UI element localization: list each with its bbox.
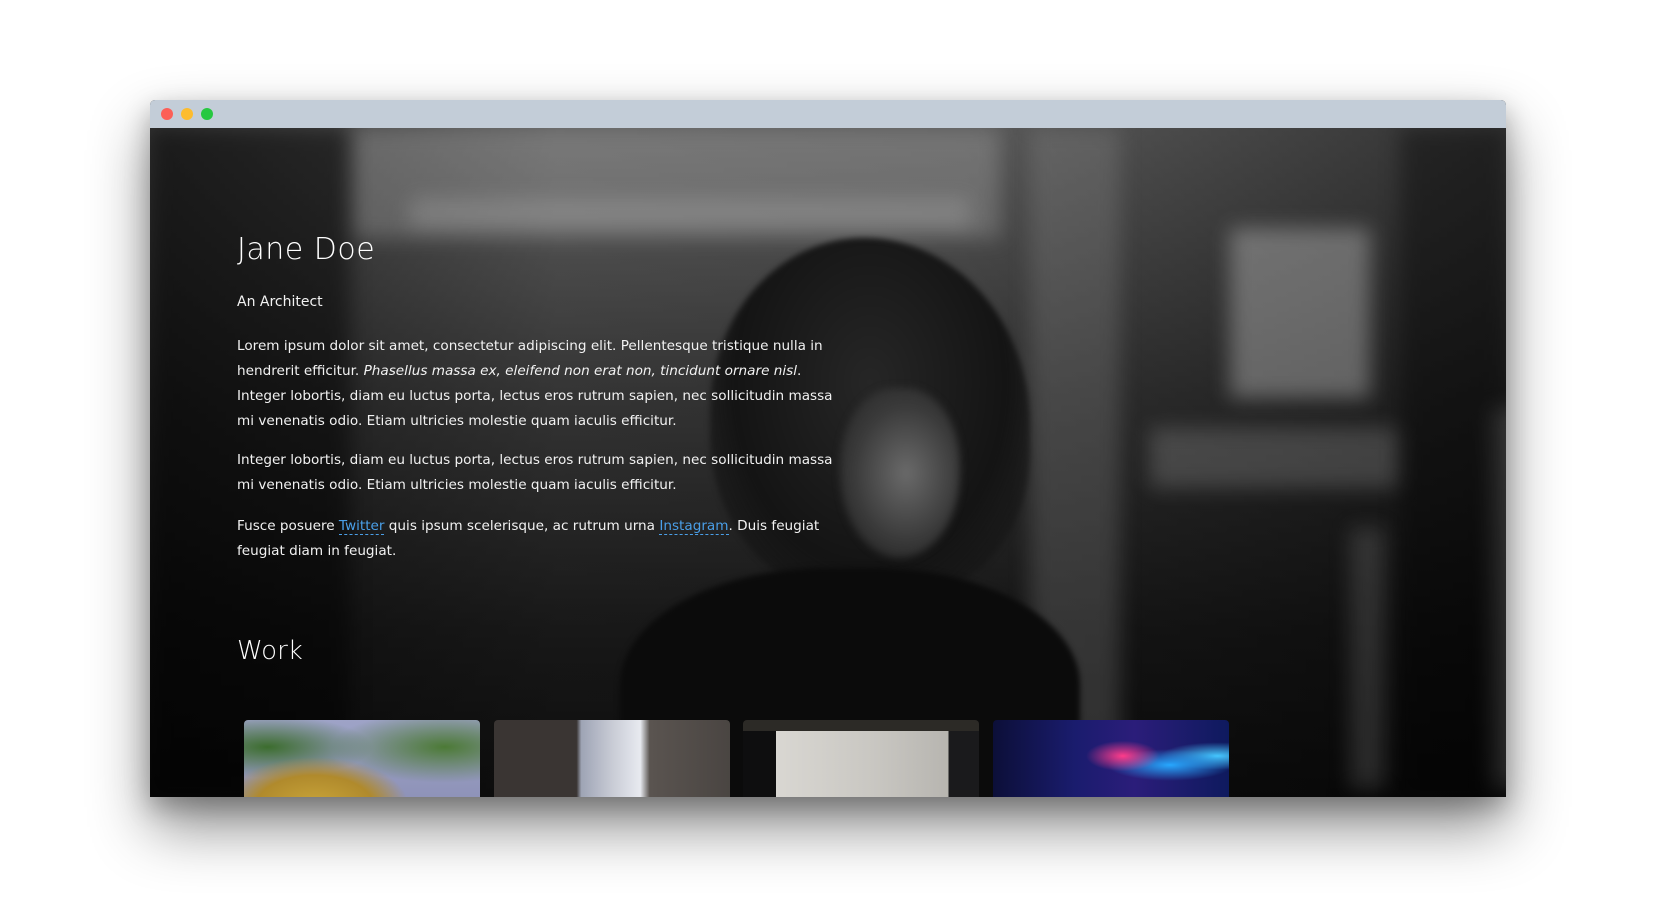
about-paragraph-1: Lorem ipsum dolor sit amet, consectetur … xyxy=(237,334,837,434)
background-window-light xyxy=(1230,228,1370,398)
about-italic-text: Phasellus massa ex, eleifend non erat no… xyxy=(363,363,798,379)
page-viewport[interactable]: Jane Doe An Architect Lorem ipsum dolor … xyxy=(150,128,1506,797)
work-thumbnail-1[interactable] xyxy=(244,720,480,797)
background-building-shape xyxy=(410,198,970,228)
portrait-face xyxy=(840,388,960,558)
profile-subtitle: An Architect xyxy=(237,294,323,310)
background-column-shape xyxy=(1350,528,1385,788)
work-thumbnail-2[interactable] xyxy=(494,720,730,797)
background-shadow xyxy=(1400,128,1506,797)
background-window-light xyxy=(1150,428,1400,488)
about-paragraph-3: Fusce posuere Twitter quis ipsum sceleri… xyxy=(237,514,837,564)
profile-name: Jane Doe xyxy=(237,232,376,267)
close-window-button[interactable] xyxy=(161,108,173,120)
work-gallery xyxy=(237,720,1237,797)
work-thumbnail-3[interactable] xyxy=(743,720,979,797)
instagram-link[interactable]: Instagram xyxy=(659,518,729,535)
about-paragraph-2: Integer lobortis, diam eu luctus porta, … xyxy=(237,452,833,493)
browser-window: Jane Doe An Architect Lorem ipsum dolor … xyxy=(150,100,1506,797)
about-text: Fusce posuere xyxy=(237,518,339,534)
work-thumbnail-4[interactable] xyxy=(993,720,1229,797)
work-section-title: Work xyxy=(237,636,303,666)
twitter-link[interactable]: Twitter xyxy=(338,518,385,535)
maximize-window-button[interactable] xyxy=(201,108,213,120)
window-titlebar xyxy=(150,100,1506,128)
about-text: quis ipsum scelerisque, ac rutrum urna xyxy=(384,518,660,534)
minimize-window-button[interactable] xyxy=(181,108,193,120)
